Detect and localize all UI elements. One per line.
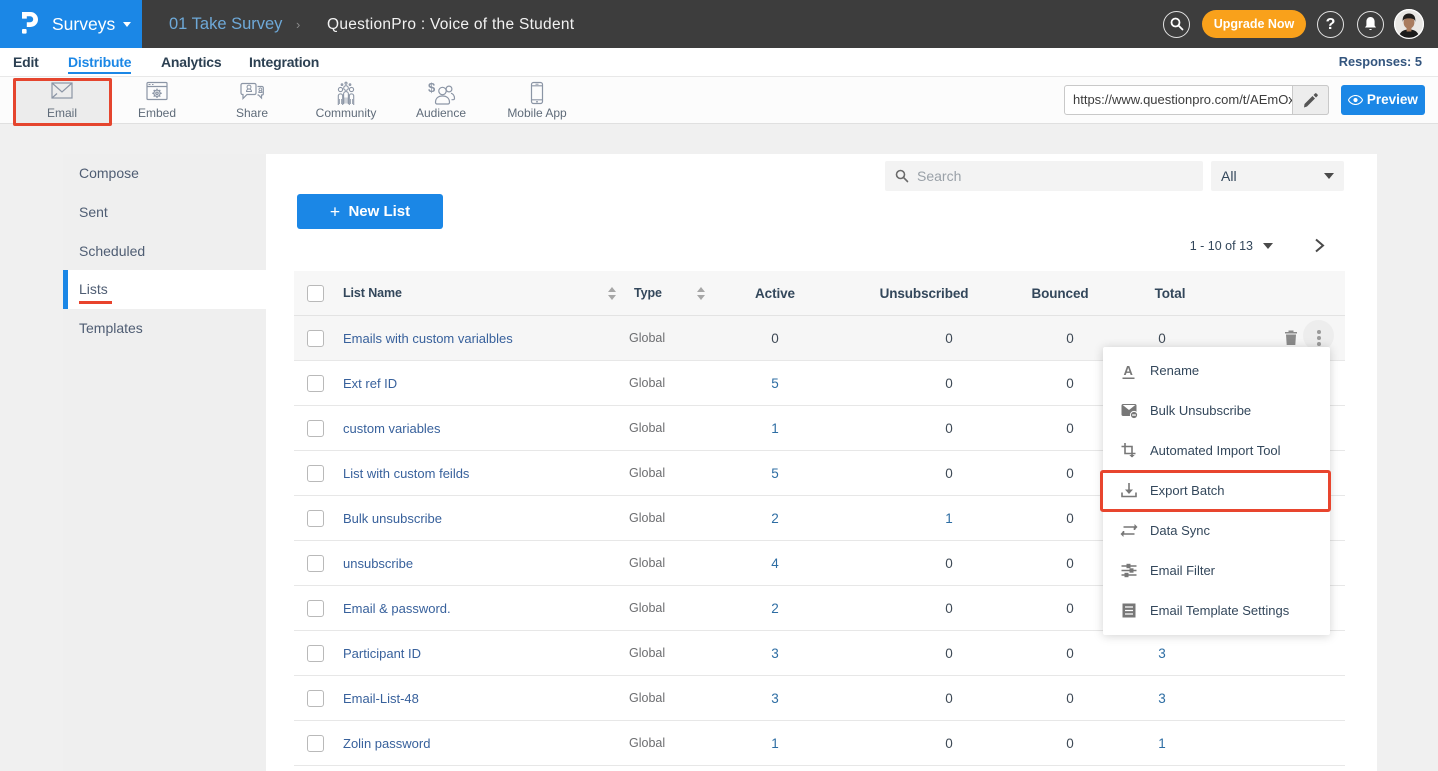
svg-text:$: $ <box>428 81 436 95</box>
svg-text:A: A <box>1124 363 1134 378</box>
